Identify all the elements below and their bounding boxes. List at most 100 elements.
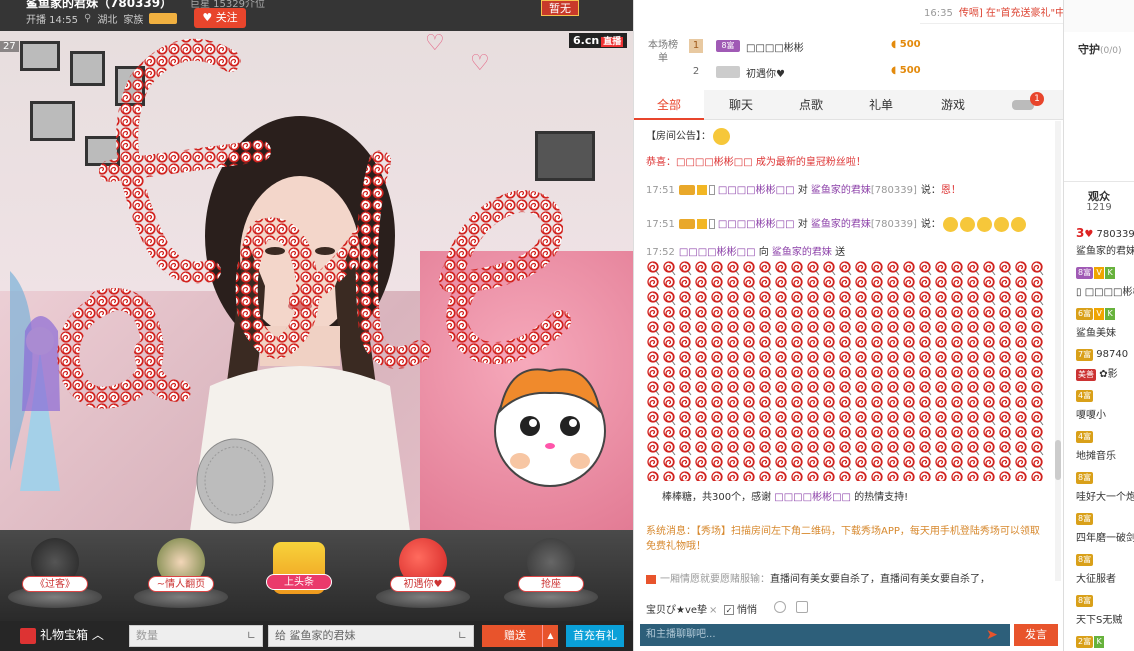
crown-icon [678,185,695,195]
give-label: 赠送 [504,629,526,642]
message-target[interactable]: 鲨鱼家的君妹 [772,247,832,258]
phone-icon: ▯ [1076,287,1082,298]
level-badge: 8富 [1076,595,1094,607]
audience-item[interactable]: 美善 ✿影 [1076,365,1134,381]
message-user[interactable]: □□□□彬彬□□ [679,247,756,258]
image-icon[interactable] [796,601,808,613]
whisper-label: 悄悄 [737,605,757,616]
give-gift-button[interactable]: 赠送 ▲ [482,625,558,647]
audience-name: 地摊音乐 [1076,451,1116,462]
gift-box-button[interactable]: 礼物宝箱 ︿ [20,626,104,644]
message-target[interactable]: 鲨鱼家的君妹 [811,185,871,196]
level-badge: 8富 [1076,267,1094,279]
audience-item[interactable]: 8富 [1076,472,1134,484]
audience-item-name[interactable]: 四年磨一破剑 [1076,529,1134,544]
audience-item[interactable]: 2富 K [1076,636,1134,648]
audience-item-name[interactable]: 天下S无贼 [1076,611,1134,626]
marquee-sender[interactable]: 一厢情愿就要愿赌服输： [660,574,770,585]
whisper-checkbox[interactable]: ✓ [724,605,734,615]
gift-label: 抢座 [518,576,584,592]
message-user[interactable]: □□□□彬彬□□ [718,185,795,196]
follow-button[interactable]: ♥ 关注 [194,8,246,28]
audience-name: 四年磨一破剑 [1076,533,1134,544]
message-to: 对 [797,185,808,196]
audience-item[interactable]: 8富 V K [1076,267,1134,279]
quantity-input[interactable]: 数量 ∟ [129,625,263,647]
laugh-emoji-icon [976,216,992,232]
chat-target[interactable]: 宝贝ぴ★ve挚 × [646,601,717,616]
gift-send-bar: 礼物宝箱 ︿ 数量 ∟ 给 鲨鱼家的君妹 ∟ 赠送 ▲ 首充有礼 [0,621,633,651]
site-live-badge: 6.cn 直播 [569,33,628,48]
gift-thanks-row: 棒棒糖，共300个，感谢 □□□□彬彬□□ 的热情支持! [646,488,908,503]
bookshelf [535,131,595,181]
audience-item[interactable]: 3♥ 780339 [1076,226,1134,240]
audience-item[interactable]: 7富 98740 [1076,349,1134,361]
send-plane-icon[interactable]: ➤ [986,628,1002,642]
tab-songs[interactable]: 点歌 [776,90,846,120]
family-label: 家族 [123,15,144,26]
audience-item[interactable]: 4富 [1076,390,1134,402]
guard-section: 守护(0/0) [1064,32,1134,182]
audience-item-name[interactable]: 鲨鱼美妹 [1076,324,1134,339]
message-to: 向 [758,247,769,258]
audience-item[interactable]: 8富 [1076,513,1134,525]
audience-item[interactable]: 8富 [1076,554,1134,566]
gift-item[interactable]: 初遇你♥ [368,534,478,620]
audience-name: ✿影 [1099,369,1118,380]
gift-item[interactable]: 《过客》 [0,534,110,620]
photo-frame [30,101,75,141]
chevron-up-icon: ︿ [88,628,104,642]
chat-panel: 16:35 传嗝] 在"首充送豪礼"中领取了超值大礼包 本场榜单 1 8富 □□□… [633,0,1134,651]
message-user[interactable]: □□□□彬彬□□ [718,219,795,230]
gift-item[interactable]: 抢座 [496,534,606,620]
tab-all[interactable]: 全部 [634,90,704,120]
close-icon[interactable]: × [709,605,717,616]
hamster-sticker-icon [494,368,606,487]
chat-scrollbar-thumb[interactable] [1055,440,1061,480]
gift-thanks-user[interactable]: □□□□彬彬□□ [774,492,851,503]
photo-frame [115,66,145,106]
anchor-header: 鲨鱼家的君妹（780339） 巨星 15329介位 开播 14:55 ⚲ 湖北 … [0,0,633,31]
marquee-text: 直播间有美女要自杀了，直播间有美女要自杀了， [770,574,990,585]
live-stream-video[interactable]: ♡ ♡ [0,31,633,530]
audience-item[interactable]: 6富 V K [1076,308,1134,320]
anchor-name[interactable]: 鲨鱼家的君妹（780339） [26,0,172,11]
chat-input[interactable]: 和主播聊聊吧... [640,624,1010,646]
congrats-message: 恭喜：□□□□彬彬□□ 成为最新的皇冠粉丝啦！ [646,157,866,168]
chat-scrollbar[interactable] [1055,121,1061,581]
message-to: 对 [797,219,808,230]
gift-item-headline[interactable]: 上头条 [244,534,354,620]
audience-item[interactable]: 鲨鱼家的君妹 [1076,242,1134,257]
marquee-message: 一厢情愿就要愿赌服输：直播间有美女要自杀了，直播间有美女要自杀了， [646,570,1046,585]
whisper-toggle[interactable]: ✓ 悄悄 [724,601,757,616]
audience-name: □□□□彬彬 [1084,287,1134,298]
ranking-row[interactable]: 1 8富 □□□□彬彬 ◖ 500 [686,36,1056,58]
audience-item-name[interactable]: 哇好大一个炮 [1076,488,1134,503]
audience-item-name[interactable]: 大征服者 [1076,570,1134,585]
ranking-row[interactable]: 2 初遇你♥ ◖ 500 [686,62,1056,84]
audience-item-name[interactable]: 嗄嗄小 [1076,406,1134,421]
audience-item[interactable]: 4富 [1076,431,1134,443]
star-icon [696,185,707,195]
first-recharge-button[interactable]: 首充有礼 [566,625,624,647]
photo-frame [70,51,105,86]
audience-item[interactable]: 8富 [1076,595,1134,607]
chevron-down-icon[interactable]: ∟ [247,626,256,646]
gift-item[interactable]: ~情人翻页 [126,534,236,620]
send-button[interactable]: 发言 [1014,624,1058,646]
tab-games[interactable]: 游戏 [918,90,988,120]
heart-icon: ♥ [1084,229,1094,240]
caret-up-icon[interactable]: ▲ [542,625,558,647]
chevron-down-icon[interactable]: ∟ [458,626,467,646]
recipient-select[interactable]: 给 鲨鱼家的君妹 ∟ [268,625,474,647]
start-time: 开播 14:55 [26,15,78,26]
tab-gift-list[interactable]: 礼单 [846,90,916,120]
tab-chat[interactable]: 聊天 [706,90,776,120]
audience-item-name[interactable]: 地摊音乐 [1076,447,1134,462]
app-root: 鲨鱼家的君妹（780339） 巨星 15329介位 开播 14:55 ⚲ 湖北 … [0,0,1134,651]
emoji-icon[interactable] [774,601,786,613]
message-say: 说： [920,219,941,230]
audience-item-name[interactable]: ▯ □□□□彬彬 [1076,283,1134,298]
message-target[interactable]: 鲨鱼家的君妹 [811,219,871,230]
family-badge[interactable] [149,13,178,24]
